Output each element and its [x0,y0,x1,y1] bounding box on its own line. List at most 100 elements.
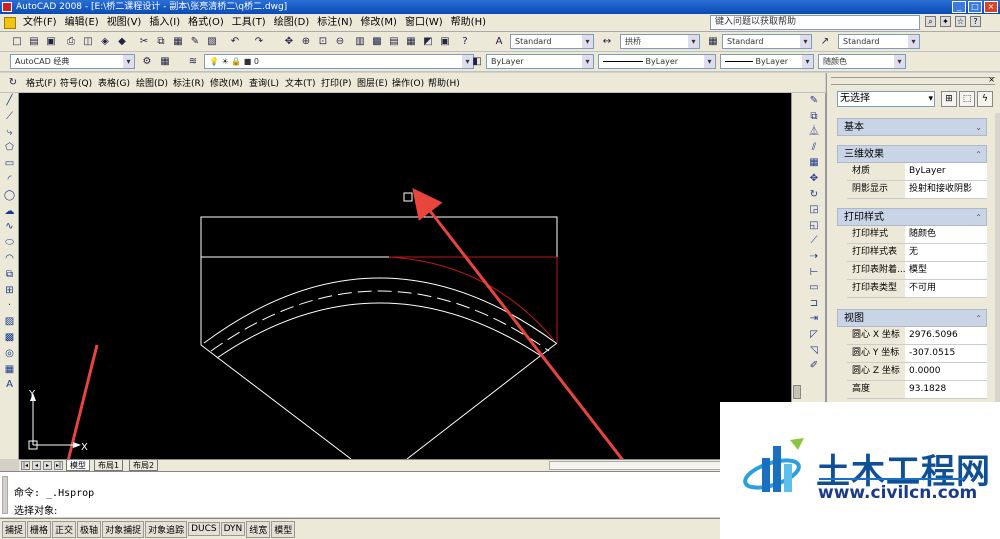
quick-select-icon[interactable]: ϟ [977,91,993,107]
hatch-icon[interactable]: ▨ [0,314,19,330]
tab-layout1[interactable]: 布局1 [94,460,124,471]
offset-icon[interactable]: ⫽ [802,140,826,156]
menu-edit[interactable]: 编辑(E) [61,14,103,32]
prop-row-center-z[interactable]: 圆心 Z 坐标 0.0000 [847,363,987,381]
help-toolbar-icon[interactable]: ? [458,35,472,49]
menu-file[interactable]: 文件(F) [19,14,61,32]
menu-tools[interactable]: 工具(T) [228,14,270,32]
command-window-grip[interactable] [2,476,8,514]
open-file-icon[interactable]: ▤ [27,35,41,49]
lineweight-toggle[interactable]: 线宽 [246,520,271,538]
grid-toggle[interactable]: 栅格 [27,520,52,538]
text-style-select[interactable]: Standard [510,34,594,49]
prev-tab-icon[interactable]: ◂ [32,461,41,470]
point-icon[interactable]: · [0,298,19,314]
prop-row-shadow[interactable]: 阴影显示 投射和接收阴影 [847,181,987,199]
paste-icon[interactable]: ▦ [171,35,185,49]
prop-value[interactable]: 0.0000 [907,363,987,380]
search-icon[interactable]: ⌕ [925,16,936,27]
polar-toggle[interactable]: 极轴 [77,520,102,538]
dyn-toggle[interactable]: DYN [220,522,246,536]
tab-layout2[interactable]: 布局2 [129,460,159,471]
table-style-icon[interactable]: ▦ [706,35,720,49]
copy-object-icon[interactable]: ⧉ [802,109,826,125]
zoom-previous-icon[interactable]: ⊖ [333,35,347,49]
prop-value[interactable]: 无 [907,244,987,261]
cmenu-operation[interactable]: 操作(O) [392,76,424,89]
fillet-icon[interactable]: ◸ [802,327,826,343]
lineweight-select[interactable]: ByLayer [720,54,814,69]
prop-value[interactable]: 2976.5096 [907,327,987,344]
osnap-toggle[interactable]: 对象捕捉 [102,520,145,538]
prop-row-center-y[interactable]: 圆心 Y 坐标 -307.0515 [847,345,987,363]
section-general[interactable]: 基本 ⌄ [837,118,987,136]
prop-row-plot-table[interactable]: 打印样式表无 [847,244,987,262]
erase-icon[interactable]: ✎ [802,93,826,109]
block-editor-icon[interactable]: ▧ [205,35,219,49]
help-search-input[interactable]: 键入问题以获取帮助 [710,15,920,30]
command-prompt[interactable]: 选择对象: [14,502,57,517]
cut-icon[interactable]: ✂ [137,35,151,49]
multileader-style-icon[interactable]: ↗ [818,35,832,49]
move-icon[interactable]: ✥ [802,171,826,187]
insert-block-icon[interactable]: ⧉ [0,267,19,283]
cmenu-table[interactable]: 表格(G) [98,76,130,89]
menu-draw[interactable]: 绘图(D) [270,14,314,32]
dim-style-select[interactable]: 拱桥 [620,34,700,49]
ellipse-arc-icon[interactable]: ◠ [0,251,19,267]
otrack-toggle[interactable]: 对象追踪 [145,520,188,538]
array-icon[interactable]: ▦ [802,155,826,171]
comm-center-icon[interactable]: ✦ [940,16,951,27]
prop-row-plot-style[interactable]: 打印样式 随颜色 [847,226,987,244]
match-properties-icon[interactable]: ✎ [188,35,202,49]
deck-rectangle[interactable] [200,216,558,258]
scale-icon[interactable]: ◲ [802,202,826,218]
prop-row-center-x[interactable]: 圆心 X 坐标 2976.5096 [847,327,987,345]
extend-icon[interactable]: ⇢ [802,249,826,265]
canvas-horizontal-scrollbar[interactable] [549,461,749,470]
linetype-select[interactable]: ByLayer [598,54,716,69]
cmenu-modify[interactable]: 修改(M) [210,76,243,89]
workspace-select[interactable]: AutoCAD 经典 [10,54,135,69]
cmenu-help[interactable]: 帮助(H) [428,76,460,89]
model-toggle[interactable]: 模型 [271,520,296,538]
join-icon[interactable]: ⊐ [802,296,826,312]
plot-preview-icon[interactable]: ◫ [81,35,95,49]
cmenu-dimension[interactable]: 标注(R) [173,76,204,89]
chamfer-icon[interactable]: ⇥ [802,311,826,327]
rotate-icon[interactable]: ↻ [802,187,826,203]
mirror-icon[interactable]: ⏅ [802,124,826,140]
menu-format[interactable]: 格式(O) [184,14,228,32]
rectangle-icon[interactable]: ▭ [0,156,19,172]
scroll-thumb[interactable] [793,385,801,399]
prop-value[interactable]: 随颜色 [907,226,987,243]
calculator-icon[interactable]: ▣ [438,35,452,49]
print-icon[interactable]: ⎙ [64,35,78,49]
palette-close-icon[interactable]: × [988,75,995,84]
outer-arc[interactable] [203,277,557,344]
first-tab-icon[interactable]: |◂ [21,461,30,470]
prop-row-material[interactable]: 材质 ByLayer [847,163,987,181]
text-style-icon[interactable]: A [492,35,506,49]
spline-icon[interactable]: ∿ [0,219,19,235]
workspace-save-icon[interactable]: ▦ [158,55,172,69]
publish-icon[interactable]: ◈ [98,35,112,49]
undo-icon[interactable]: ↶ [228,35,242,49]
ellipse-icon[interactable]: ⬭ [0,235,19,251]
new-file-icon[interactable]: □ [10,35,24,49]
break-at-point-icon[interactable]: ⊢ [802,265,826,281]
last-tab-icon[interactable]: ▸| [54,461,63,470]
construction-line-icon[interactable]: ⟋ [0,109,19,125]
sheet-set-icon[interactable]: ▦ [404,35,418,49]
menu-dimension[interactable]: 标注(N) [313,14,356,32]
prop-value[interactable]: 投射和接收阴影 [907,181,987,198]
cmenu-symbol[interactable]: 符号(Q) [60,76,92,89]
polyline-icon[interactable]: ⤷ [0,125,19,141]
revision-cloud-icon[interactable]: ☁ [0,204,19,220]
plotstyle-select[interactable]: 随颜色 [818,54,906,69]
maximize-button[interactable]: □ [968,1,982,13]
cmenu-format[interactable]: 格式(F) [26,76,56,89]
tab-model[interactable]: 模型 [66,460,90,471]
favorites-icon[interactable]: ☆ [955,16,966,27]
trim-icon[interactable]: ⟋ [802,233,826,249]
